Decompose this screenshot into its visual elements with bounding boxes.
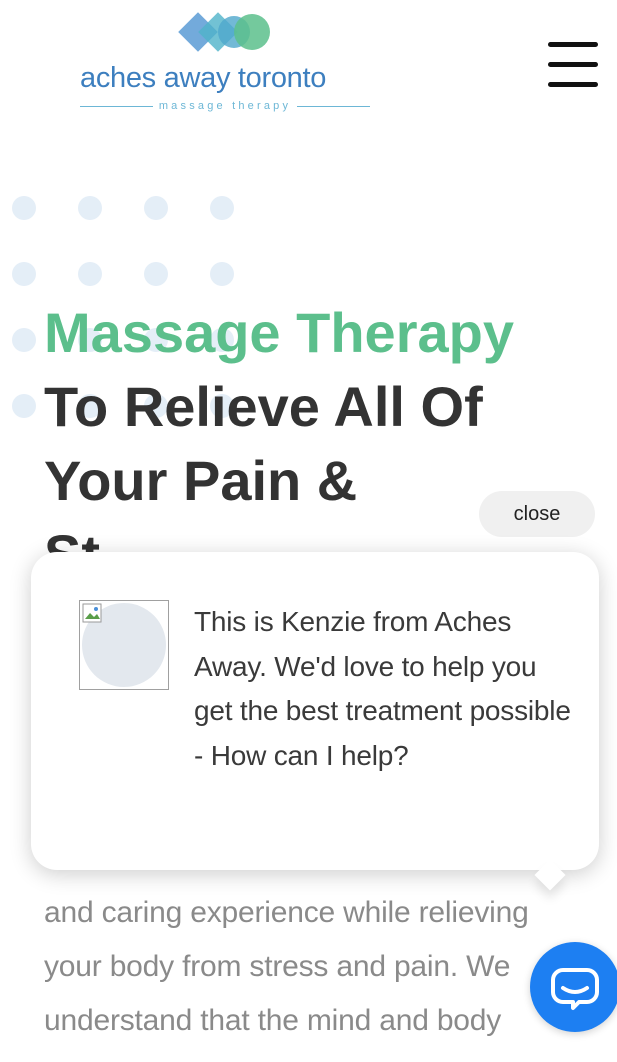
logo-name: aches away toronto bbox=[80, 62, 327, 94]
chat-message-text: This is Kenzie from Aches Away. We'd lov… bbox=[194, 606, 571, 771]
menu-bar-top bbox=[548, 42, 598, 47]
logo-rule-left bbox=[80, 105, 153, 107]
logo-tagline: massage therapy bbox=[80, 100, 371, 112]
chat-popup[interactable]: This is Kenzie from Aches Away. We'd lov… bbox=[31, 552, 599, 891]
broken-image-icon bbox=[82, 603, 102, 623]
hamburger-menu-icon[interactable] bbox=[548, 42, 598, 88]
dot bbox=[144, 196, 168, 220]
dot bbox=[210, 262, 234, 286]
dot bbox=[12, 262, 36, 286]
dot bbox=[210, 196, 234, 220]
menu-bar-bottom bbox=[548, 82, 598, 87]
logo[interactable]: aches away toronto massage therapy bbox=[80, 10, 371, 120]
hero-body-text: and caring experience while relieving yo… bbox=[44, 896, 529, 1037]
menu-bar-middle bbox=[548, 62, 598, 67]
hero-title-accent: Massage Therapy bbox=[44, 301, 514, 364]
logo-tagline-text: massage therapy bbox=[158, 100, 292, 112]
chat-bubbles-icon bbox=[551, 968, 599, 1010]
logo-mark-icon bbox=[178, 12, 270, 52]
dot bbox=[78, 196, 102, 220]
hero-title-line-1: To Relieve All Of bbox=[44, 375, 483, 438]
logo-rule-right bbox=[297, 105, 371, 107]
dot bbox=[12, 196, 36, 220]
hero-title: Massage Therapy To Relieve All Of Your P… bbox=[44, 296, 614, 592]
dot bbox=[12, 328, 36, 352]
chat-close-button[interactable]: close bbox=[479, 491, 595, 537]
dot bbox=[144, 262, 168, 286]
chat-agent-avatar bbox=[79, 600, 169, 690]
dot bbox=[12, 394, 36, 418]
chat-launcher-button[interactable] bbox=[530, 942, 617, 1032]
page: aches away toronto massage therapy Massa… bbox=[0, 0, 617, 1062]
dot bbox=[78, 262, 102, 286]
